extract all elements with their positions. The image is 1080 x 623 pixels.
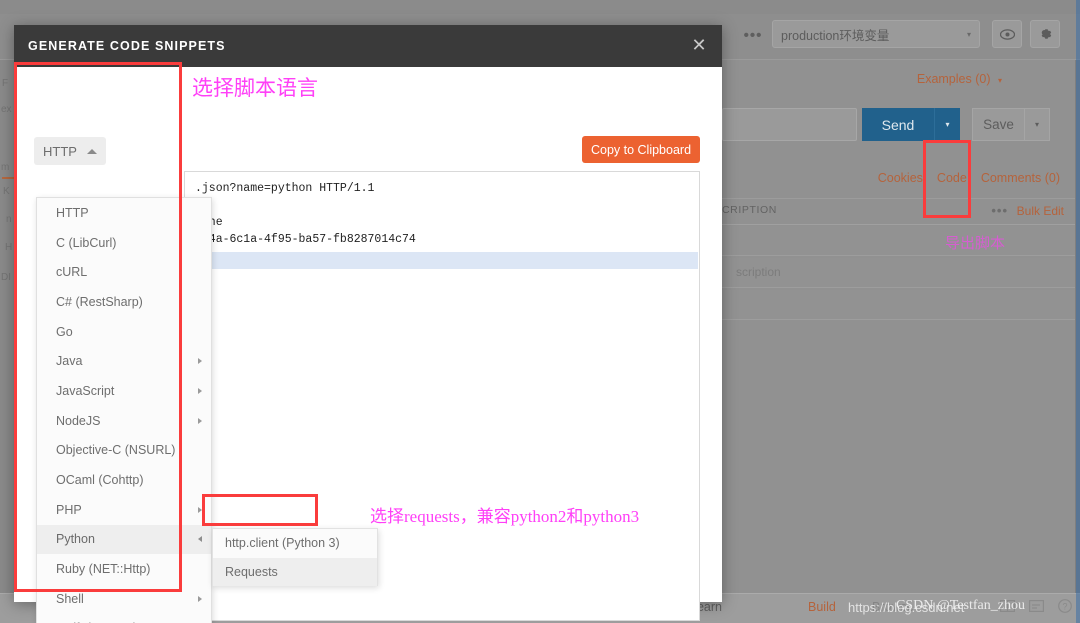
screen: ••• production环境变量 ▾ F ex m K n H DI Exa…	[0, 0, 1080, 623]
description-column-header: CRIPTION	[722, 204, 777, 216]
examples-label: Examples (0)	[916, 72, 991, 86]
sidebar-fragment-6: DI	[1, 272, 11, 283]
sidebar-fragment-3: K	[3, 186, 10, 197]
chevron-right-icon	[198, 595, 202, 602]
window-titlebar	[0, 0, 1080, 14]
status-build-tab[interactable]: Build	[808, 600, 836, 614]
cookies-link[interactable]: Cookies	[878, 171, 923, 185]
chevron-right-icon	[198, 417, 202, 424]
watermark-handle: CSDN @Testfan_zhou	[896, 598, 1025, 613]
save-options-caret-icon[interactable]: ▾	[1024, 108, 1050, 141]
window-edge-accent	[1076, 0, 1080, 623]
sidebar-fragment-0: F	[2, 78, 9, 89]
code-line: 424a-6c1a-4f95-ba57-fb8287014c74	[195, 233, 416, 246]
annotation-select-language: 选择脚本语言	[192, 76, 318, 100]
close-icon[interactable]: ✕	[688, 35, 710, 57]
row-actions-icon[interactable]: •••	[991, 203, 1008, 218]
code-line-selection	[186, 252, 698, 269]
send-button[interactable]: Send	[862, 108, 934, 141]
save-button[interactable]: Save	[972, 108, 1024, 141]
svg-text:?: ?	[1062, 601, 1067, 611]
chevron-down-icon: ▾	[997, 76, 1002, 85]
more-actions-button[interactable]: •••	[738, 22, 768, 48]
python-submenu[interactable]: http.client (Python 3) Requests	[212, 528, 378, 586]
sidebar-fragment-1: ex	[1, 104, 12, 115]
bulk-edit-link[interactable]: Bulk Edit	[1017, 204, 1064, 218]
description-input-placeholder[interactable]: scription	[736, 265, 781, 279]
annotation-box-code-link	[923, 140, 971, 218]
chevron-down-icon: ▾	[966, 29, 971, 39]
annotation-box-requests-item	[202, 494, 318, 526]
modal-title: GENERATE CODE SNIPPETS	[28, 39, 226, 53]
request-url-input[interactable]	[722, 108, 857, 141]
table-row[interactable]	[722, 290, 1080, 320]
gear-icon[interactable]	[1030, 20, 1060, 48]
annotation-choose-requests: 选择requests，兼容python2和python3	[370, 507, 640, 526]
console-icon[interactable]	[1029, 599, 1045, 616]
environment-selector[interactable]: production环境变量 ▾	[772, 20, 980, 48]
annotation-box-language-selector	[14, 62, 182, 592]
sidebar-fragment-4: n	[6, 214, 12, 225]
submenu-item-requests[interactable]: Requests	[213, 557, 377, 586]
submenu-item-httpclient[interactable]: http.client (Python 3)	[213, 529, 377, 558]
sidebar-fragment-2: m	[1, 162, 10, 173]
chevron-left-icon	[198, 536, 202, 543]
copy-to-clipboard-button[interactable]: Copy to Clipboard	[582, 136, 700, 163]
menu-item-label: Shell	[56, 591, 84, 606]
annotation-export-script: 导出脚本	[945, 236, 1006, 252]
eye-icon[interactable]	[992, 20, 1022, 48]
menu-item-swift[interactable]: Swift (NSURL)	[37, 614, 211, 623]
chevron-right-icon	[198, 358, 202, 365]
modal-header: GENERATE CODE SNIPPETS ✕	[14, 25, 722, 67]
table-row[interactable]	[722, 226, 1080, 256]
sidebar-fragment-5: H	[5, 242, 13, 253]
send-options-caret-icon[interactable]: ▾	[934, 108, 960, 141]
environment-selector-value: production环境变量	[781, 28, 890, 43]
code-line: .json?name=python HTTP/1.1	[195, 182, 375, 195]
help-icon[interactable]: ?	[1058, 599, 1072, 616]
comments-link[interactable]: Comments (0)	[981, 171, 1060, 185]
chevron-right-icon	[198, 387, 202, 394]
examples-dropdown[interactable]: Examples (0) ▾	[917, 72, 1002, 86]
